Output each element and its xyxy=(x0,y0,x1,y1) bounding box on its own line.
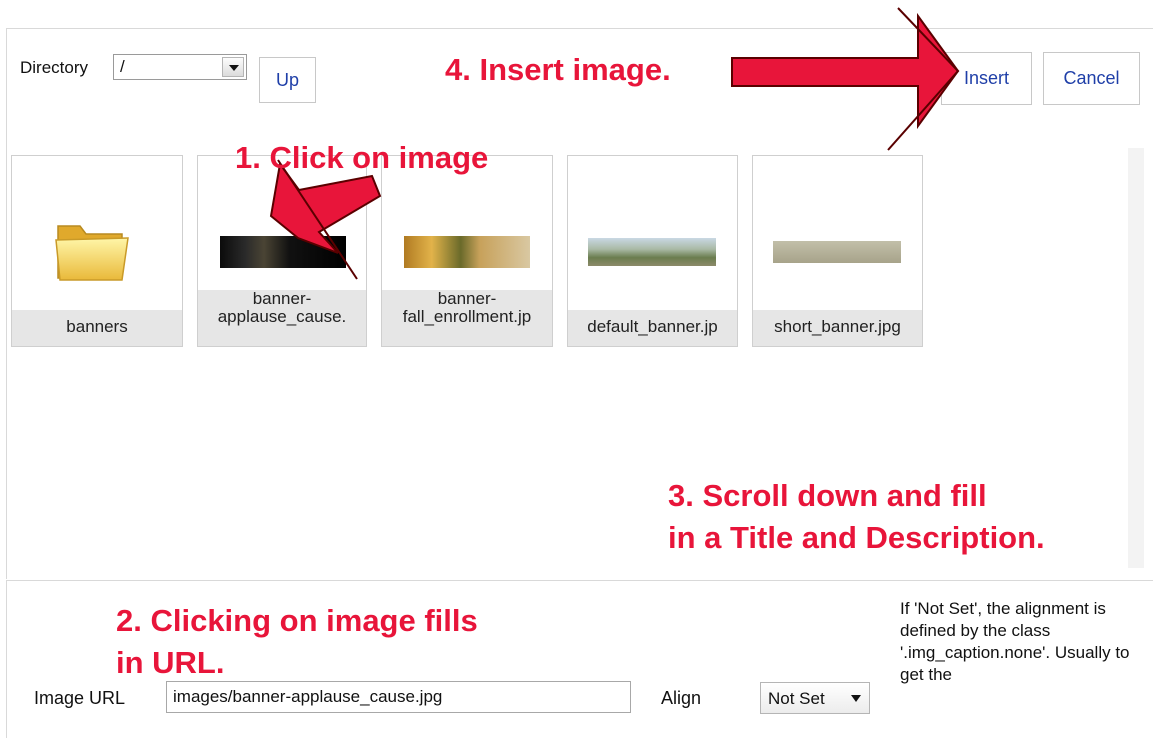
annotation-step-3-line1: 3. Scroll down and fill xyxy=(668,478,987,513)
annotation-step-2-line2: in URL. xyxy=(116,645,225,680)
annotation-step-3-line2: in a Title and Description. xyxy=(668,520,1045,555)
arrow-down-left-icon xyxy=(269,161,382,254)
annotation-step-2-line1: 2. Clicking on image fills xyxy=(116,603,478,638)
annotation-step-4: 4. Insert image. xyxy=(445,52,671,87)
annotation-step-2: 2. Clicking on image fills in URL. xyxy=(116,600,478,684)
annotation-step-3: 3. Scroll down and fill in a Title and D… xyxy=(668,475,1045,559)
annotation-step-1: 1. Click on image xyxy=(235,140,489,175)
